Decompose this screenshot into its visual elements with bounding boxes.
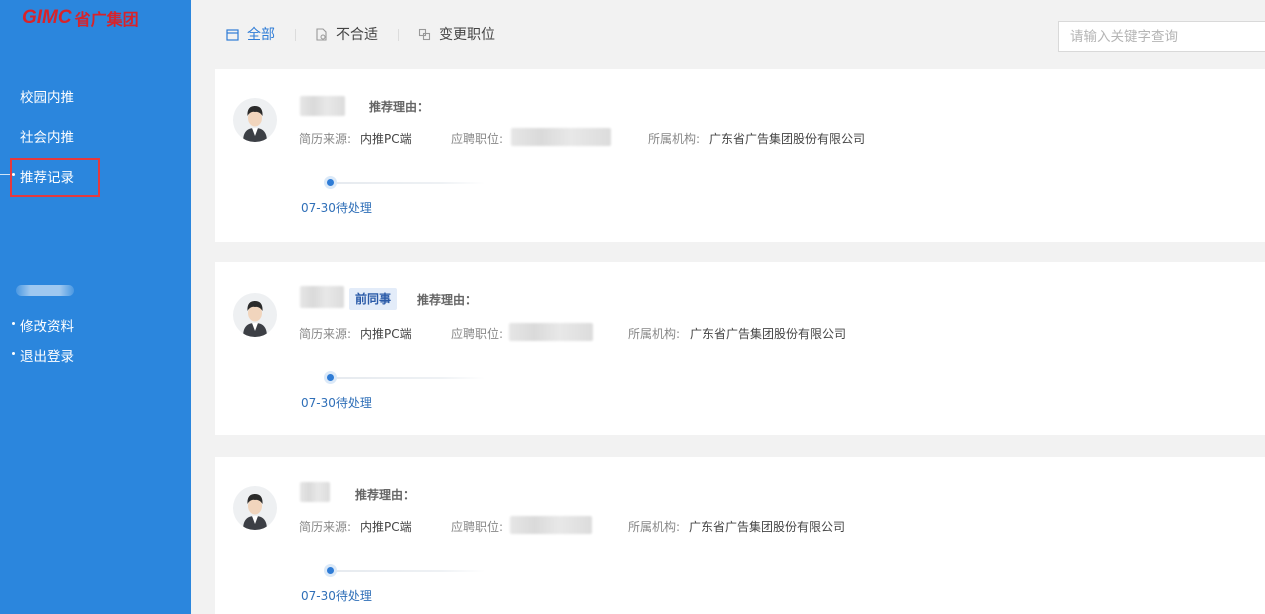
avatar	[233, 486, 277, 530]
tab-unsuitable-label: 不合适	[336, 27, 378, 43]
sidebar: GIMC 省广集团 校园内推 社会内推 推荐记录 修改资料 退出登录	[0, 0, 191, 614]
progress-dot	[324, 564, 337, 577]
progress-track	[331, 377, 485, 379]
source-label: 简历来源:	[299, 132, 352, 146]
person-avatar-icon	[243, 301, 267, 337]
source-value: 内推PC端	[360, 327, 412, 341]
sidebar-item-campus-referral[interactable]: 校园内推	[20, 86, 74, 106]
source-label: 简历来源:	[299, 520, 352, 534]
logo-text: 省广集团	[74, 10, 139, 29]
position-label: 应聘职位:	[451, 132, 504, 146]
position-label: 应聘职位:	[451, 520, 504, 534]
search-input[interactable]	[1058, 21, 1265, 52]
org-label: 所属机构:	[628, 520, 681, 534]
exchange-icon	[418, 28, 431, 40]
bullet-icon	[12, 322, 15, 325]
candidate-name-blurred	[300, 482, 330, 502]
position-value-blurred	[509, 323, 593, 341]
sidebar-item-social-referral[interactable]: 社会内推	[20, 126, 74, 146]
org-value: 广东省广告集团股份有限公司	[689, 520, 846, 534]
logout-link[interactable]: 退出登录	[20, 345, 74, 365]
source-label: 简历来源:	[299, 327, 352, 341]
progress-track	[331, 570, 485, 572]
avatar	[233, 98, 277, 142]
candidate-name-blurred	[300, 96, 345, 116]
tab-all-label: 全部	[247, 27, 275, 43]
source-value: 内推PC端	[360, 520, 412, 534]
tab-change-position-label: 变更职位	[439, 27, 495, 43]
reason-label: 推荐理由：	[369, 100, 430, 114]
progress-dot	[324, 176, 337, 189]
position-value-blurred	[511, 128, 611, 146]
position-value-blurred	[510, 516, 592, 534]
tab-all[interactable]: 全部	[226, 25, 275, 43]
person-avatar-icon	[243, 106, 267, 142]
status-text: 07-30待处理	[301, 589, 372, 603]
active-item-highlight-box	[10, 158, 100, 197]
status-text: 07-30待处理	[301, 396, 372, 410]
progress-dot	[324, 371, 337, 384]
relationship-tag: 前同事	[349, 288, 398, 310]
user-name-blurred	[16, 285, 74, 296]
bullet-icon	[12, 352, 15, 355]
record-card: 推荐理由： 简历来源: 内推PC端 应聘职位: 所属机构: 广东省广告集团股份有…	[215, 457, 1265, 614]
logo-mark: GIMC	[22, 7, 72, 28]
gimc-logo[interactable]: GIMC 省广集团	[22, 6, 139, 30]
tab-divider	[295, 29, 296, 41]
org-label: 所属机构:	[628, 327, 681, 341]
source-value: 内推PC端	[360, 132, 412, 146]
tab-divider	[398, 29, 399, 41]
position-label: 应聘职位:	[451, 327, 504, 341]
reason-label: 推荐理由：	[417, 293, 478, 307]
reason-label: 推荐理由：	[355, 488, 416, 502]
org-value: 广东省广告集团股份有限公司	[690, 327, 847, 341]
tab-change-position[interactable]: 变更职位	[418, 25, 495, 43]
record-card: 前同事 推荐理由： 简历来源: 内推PC端 应聘职位: 所属机构: 广东省广告集…	[215, 262, 1265, 435]
org-value: 广东省广告集团股份有限公司	[709, 132, 866, 146]
candidate-name-blurred	[300, 286, 344, 308]
status-text: 07-30待处理	[301, 201, 372, 215]
person-avatar-icon	[243, 494, 267, 530]
calendar-icon	[226, 28, 239, 41]
edit-profile-link[interactable]: 修改资料	[20, 315, 74, 335]
avatar	[233, 293, 277, 337]
tab-unsuitable[interactable]: 不合适	[315, 25, 378, 43]
document-icon	[316, 27, 327, 41]
filter-bar: 全部 不合适 变更职位	[191, 0, 1265, 68]
active-indicator-line	[0, 174, 10, 175]
org-label: 所属机构:	[648, 132, 701, 146]
record-card: 推荐理由： 简历来源: 内推PC端 应聘职位: 所属机构: 广东省广告集团股份有…	[215, 69, 1265, 242]
progress-track	[331, 182, 485, 184]
